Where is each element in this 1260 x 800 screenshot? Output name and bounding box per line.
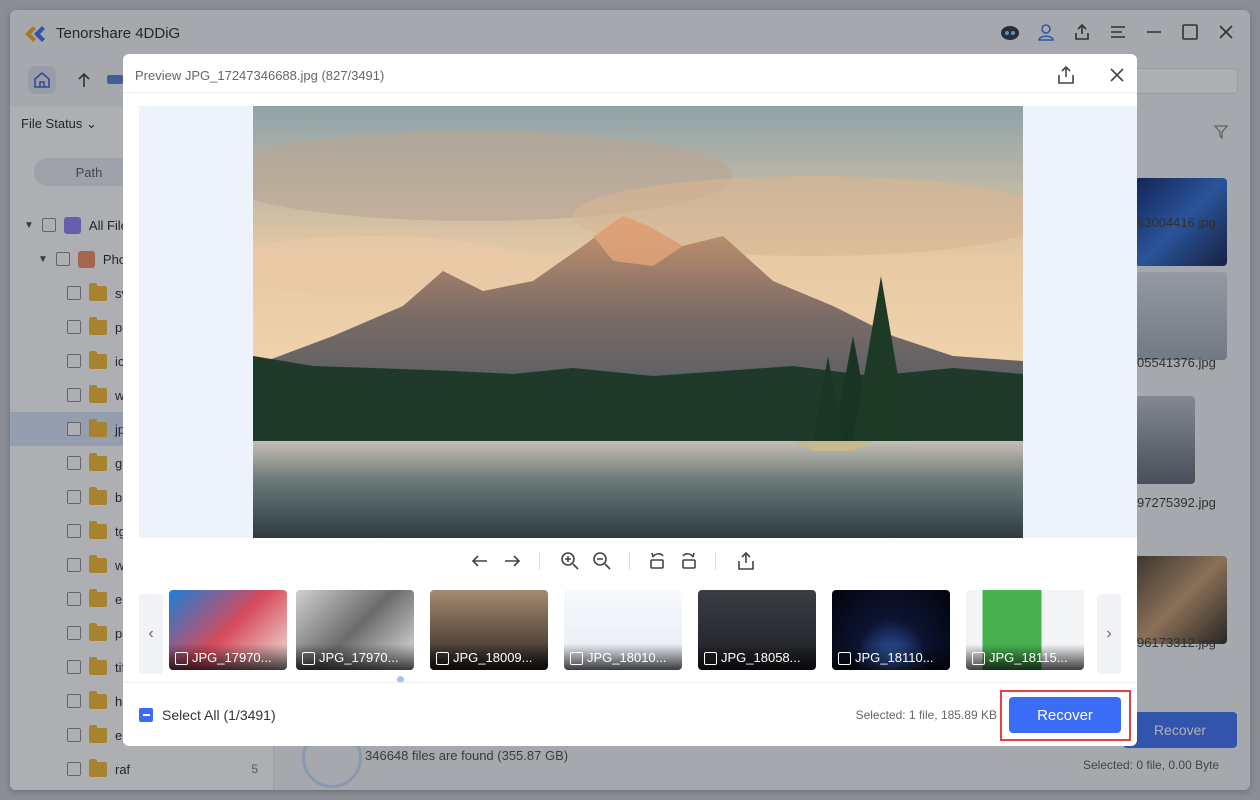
select-all-checkbox[interactable] [139, 708, 153, 722]
rotate-left-icon[interactable] [647, 550, 669, 572]
arrow-left-icon[interactable] [469, 550, 491, 572]
recover-button[interactable]: Recover [1009, 697, 1121, 733]
strip-prev-button[interactable]: ‹ [139, 594, 163, 674]
thumbnail[interactable]: JPG_18010... [564, 590, 682, 670]
chevron-left-icon: ‹ [148, 625, 154, 642]
checkbox[interactable] [175, 652, 188, 665]
thumbnail[interactable]: JPG_18058... [698, 590, 816, 670]
divider [123, 92, 1137, 93]
thumbnail-strip: ‹ JPG_17970... JPG_17970... JPG_18009...… [139, 590, 1121, 674]
divider [715, 552, 716, 570]
thumbnail-name: JPG_18110... [855, 650, 934, 665]
thumbnail[interactable]: JPG_18009... [430, 590, 548, 670]
thumbnail-caption: JPG_17970... [169, 644, 287, 670]
divider [123, 682, 1137, 683]
zoom-out-icon[interactable] [591, 550, 613, 572]
checkbox[interactable] [436, 652, 449, 665]
selected-info: Selected: 1 file, 185.89 KB [855, 708, 997, 722]
thumbnail-caption: JPG_18058... [698, 644, 816, 670]
thumbnail-name: JPG_18115... [989, 650, 1068, 665]
arrow-right-icon[interactable] [501, 550, 523, 572]
thumbnail-caption: JPG_18115... [966, 644, 1084, 670]
divider [539, 552, 540, 570]
thumbnail[interactable]: JPG_17970... [169, 590, 287, 670]
share-icon[interactable] [1055, 64, 1077, 86]
thumbnail-caption: JPG_17970... [296, 644, 414, 670]
divider [629, 552, 630, 570]
preview-controls [123, 548, 1137, 576]
thumbnail[interactable]: JPG_17970... [296, 590, 414, 670]
strip-next-button[interactable]: › [1097, 594, 1121, 674]
checkbox[interactable] [972, 652, 985, 665]
thumbnail-name: JPG_18009... [453, 650, 533, 665]
thumbnail[interactable]: JPG_18110... [832, 590, 950, 670]
chevron-right-icon: › [1106, 625, 1112, 642]
checkbox[interactable] [838, 652, 851, 665]
thumbnail-caption: JPG_18110... [832, 644, 950, 670]
checkbox[interactable] [704, 652, 717, 665]
close-icon[interactable] [1107, 65, 1127, 85]
preview-image [253, 106, 1023, 538]
checkbox[interactable] [570, 652, 583, 665]
thumbnail-caption: JPG_18010... [564, 644, 682, 670]
select-all-label: Select All (1/3491) [162, 707, 276, 723]
thumbnail-name: JPG_18010... [587, 650, 667, 665]
zoom-in-icon[interactable] [559, 550, 581, 572]
preview-dialog: Preview JPG_17247346688.jpg (827/3491) ‹… [123, 54, 1137, 746]
select-all-control[interactable]: Select All (1/3491) [139, 707, 276, 723]
thumbnail-name: JPG_17970... [319, 650, 399, 665]
export-icon[interactable] [735, 550, 757, 572]
thumbnail[interactable]: JPG_18115... [966, 590, 1084, 670]
rotate-right-icon[interactable] [677, 550, 699, 572]
preview-stage [139, 106, 1137, 538]
checkbox[interactable] [302, 652, 315, 665]
thumbnail-name: JPG_18058... [721, 650, 801, 665]
thumbnail-caption: JPG_18009... [430, 644, 548, 670]
thumbnail-name: JPG_17970... [192, 650, 272, 665]
preview-title: Preview JPG_17247346688.jpg (827/3491) [135, 68, 385, 83]
